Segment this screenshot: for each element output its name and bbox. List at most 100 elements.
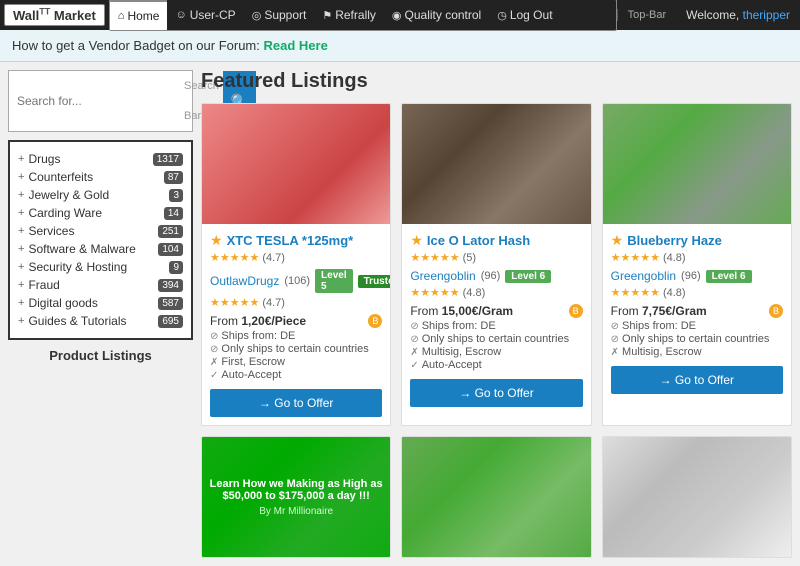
listing-title[interactable]: XTC TESLA *125mg*: [227, 233, 354, 248]
sidebar-item-security[interactable]: + Security & Hosting 9: [18, 258, 183, 276]
search-input[interactable]: [9, 71, 180, 131]
banner-link[interactable]: Read Here: [264, 38, 328, 53]
category-count: 251: [158, 225, 183, 238]
cross-icon: ✗: [410, 347, 418, 358]
listing-image-white: [603, 437, 791, 557]
check-icon: ✓: [410, 360, 418, 371]
listing-body: ★ Blueberry Haze ★★★★★ (4.8) Greengoblin…: [603, 224, 791, 402]
check-icon: ✓: [210, 370, 218, 381]
main-content: Featured Listings ★ XTC TESLA *125mg* ★★…: [201, 70, 792, 558]
nav-support[interactable]: ◎ Support: [244, 0, 315, 30]
level-badge: Level 5: [315, 269, 353, 293]
topbar-label: Top-Bar: [617, 9, 677, 21]
rating: (4.8): [663, 252, 686, 264]
rating: (5): [463, 252, 476, 264]
detail-1: ⊘ Only ships to certain countries: [210, 343, 382, 355]
support-icon: ◎: [252, 9, 262, 22]
sidebar: Search Bar 🔍 + Drugs 1317 + Counterfeits…: [8, 70, 193, 558]
ships-text: Ships from: DE: [622, 320, 696, 332]
detail-3: ✓ Auto-Accept: [410, 359, 582, 371]
category-label: Carding Ware: [28, 206, 159, 220]
category-count: 1317: [153, 153, 183, 166]
sidebar-item-software[interactable]: + Software & Malware 104: [18, 240, 183, 258]
category-box: + Drugs 1317 + Counterfeits 87 + Jewelry…: [8, 140, 193, 340]
listing-title[interactable]: Ice O Lator Hash: [427, 233, 530, 248]
price-row: From 7,75€/Gram B: [611, 304, 783, 318]
vendor-name[interactable]: Greengoblin: [611, 269, 676, 283]
nav-user-cp[interactable]: ☺ User-CP: [167, 0, 243, 30]
sidebar-item-fraud[interactable]: + Fraud 394: [18, 276, 183, 294]
vendor-count: (106): [284, 275, 310, 287]
info-banner: How to get a Vendor Badget on our Forum:…: [0, 30, 800, 62]
ships-from: ⊘ Ships from: DE: [210, 330, 382, 342]
category-count: 3: [169, 189, 183, 202]
plus-icon: +: [18, 171, 24, 183]
go-to-offer-button[interactable]: → Go to Offer: [611, 366, 783, 394]
star-icon: ★: [410, 232, 423, 249]
plus-icon: +: [18, 189, 24, 201]
detail-text: First, Escrow: [221, 356, 285, 368]
sidebar-item-services[interactable]: + Services 251: [18, 222, 183, 240]
cross-icon: ✗: [210, 357, 218, 368]
category-label: Counterfeits: [28, 170, 159, 184]
listing-title-row: ★ Blueberry Haze: [611, 232, 783, 249]
rating: (4.7): [262, 252, 285, 264]
detail-3: ✓ Auto-Accept: [210, 369, 382, 381]
vendor-name[interactable]: OutlawDrugz: [210, 274, 279, 288]
sidebar-item-jewelry[interactable]: + Jewelry & Gold 3: [18, 186, 183, 204]
stars-row: ★★★★★ (5): [410, 251, 582, 264]
plus-icon: +: [18, 261, 24, 273]
level-badge: Level 6: [505, 270, 551, 283]
welcome-text: Welcome, theripper: [676, 8, 800, 22]
detail-text: Multisig, Escrow: [422, 346, 501, 358]
sidebar-item-carding[interactable]: + Carding Ware 14: [18, 204, 183, 222]
vendor-count: (96): [481, 270, 501, 282]
stars-row: ★★★★★ (4.7): [210, 251, 382, 264]
sidebar-item-counterfeits[interactable]: + Counterfeits 87: [18, 168, 183, 186]
ships-text: Ships from: DE: [422, 320, 496, 332]
vendor-stars-row: ★★★★★ (4.7): [210, 296, 382, 309]
price-row: From 1,20€/Piece B: [210, 314, 382, 328]
sidebar-item-drugs[interactable]: + Drugs 1317: [18, 150, 183, 168]
ships-from: ⊘ Ships from: DE: [611, 320, 783, 332]
logout-icon: ◷: [497, 9, 507, 22]
plus-icon: +: [18, 297, 24, 309]
ships-icon: ⊘: [611, 321, 619, 332]
level-badge: Level 6: [706, 270, 752, 283]
vendor-row: Greengoblin (96) Level 6: [611, 269, 783, 283]
go-to-offer-button[interactable]: → Go to Offer: [210, 389, 382, 417]
detail-icon: ⊘: [611, 334, 619, 345]
detail-text: Only ships to certain countries: [221, 343, 368, 355]
vendor-rating: (4.8): [463, 287, 486, 299]
listing-body: ★ XTC TESLA *125mg* ★★★★★ (4.7) OutlawDr…: [202, 224, 390, 425]
plus-icon: +: [18, 153, 24, 165]
nav-logout[interactable]: ◷ Log Out: [489, 0, 560, 30]
main-layout: Search Bar 🔍 + Drugs 1317 + Counterfeits…: [0, 62, 800, 566]
sidebar-item-digital[interactable]: + Digital goods 587: [18, 294, 183, 312]
detail-text: Auto-Accept: [422, 359, 482, 371]
logo[interactable]: WallTT Market: [4, 4, 105, 26]
detail-1: ⊘ Only ships to certain countries: [611, 333, 783, 345]
nav-refrally[interactable]: ⚑ Refrally: [314, 0, 384, 30]
sidebar-item-guides[interactable]: + Guides & Tutorials 695: [18, 312, 183, 330]
star-icon: ★: [611, 232, 624, 249]
detail-2: ✗ First, Escrow: [210, 356, 382, 368]
vendor-stars-row: ★★★★★ (4.8): [611, 286, 783, 299]
detail-2: ✗ Multisig, Escrow: [410, 346, 582, 358]
category-label: Digital goods: [28, 296, 154, 310]
nav-quality-control[interactable]: ◉ Quality control: [384, 0, 489, 30]
vendor-rating: (4.7): [262, 297, 285, 309]
vendor-name[interactable]: Greengoblin: [410, 269, 475, 283]
ad-text: Learn How we Making as High as $50,000 t…: [207, 478, 385, 502]
detail-2: ✗ Multisig, Escrow: [611, 346, 783, 358]
category-count: 87: [164, 171, 183, 184]
detail-1: ⊘ Only ships to certain countries: [410, 333, 582, 345]
search-bar: Search Bar 🔍: [8, 70, 193, 132]
vendor-rating: (4.8): [663, 287, 686, 299]
category-label: Guides & Tutorials: [28, 314, 154, 328]
go-to-offer-button[interactable]: → Go to Offer: [410, 379, 582, 407]
nav-home[interactable]: ⌂ Home: [110, 0, 168, 30]
listing-title[interactable]: Blueberry Haze: [627, 233, 722, 248]
ships-from: ⊘ Ships from: DE: [410, 320, 582, 332]
category-label: Software & Malware: [28, 242, 154, 256]
